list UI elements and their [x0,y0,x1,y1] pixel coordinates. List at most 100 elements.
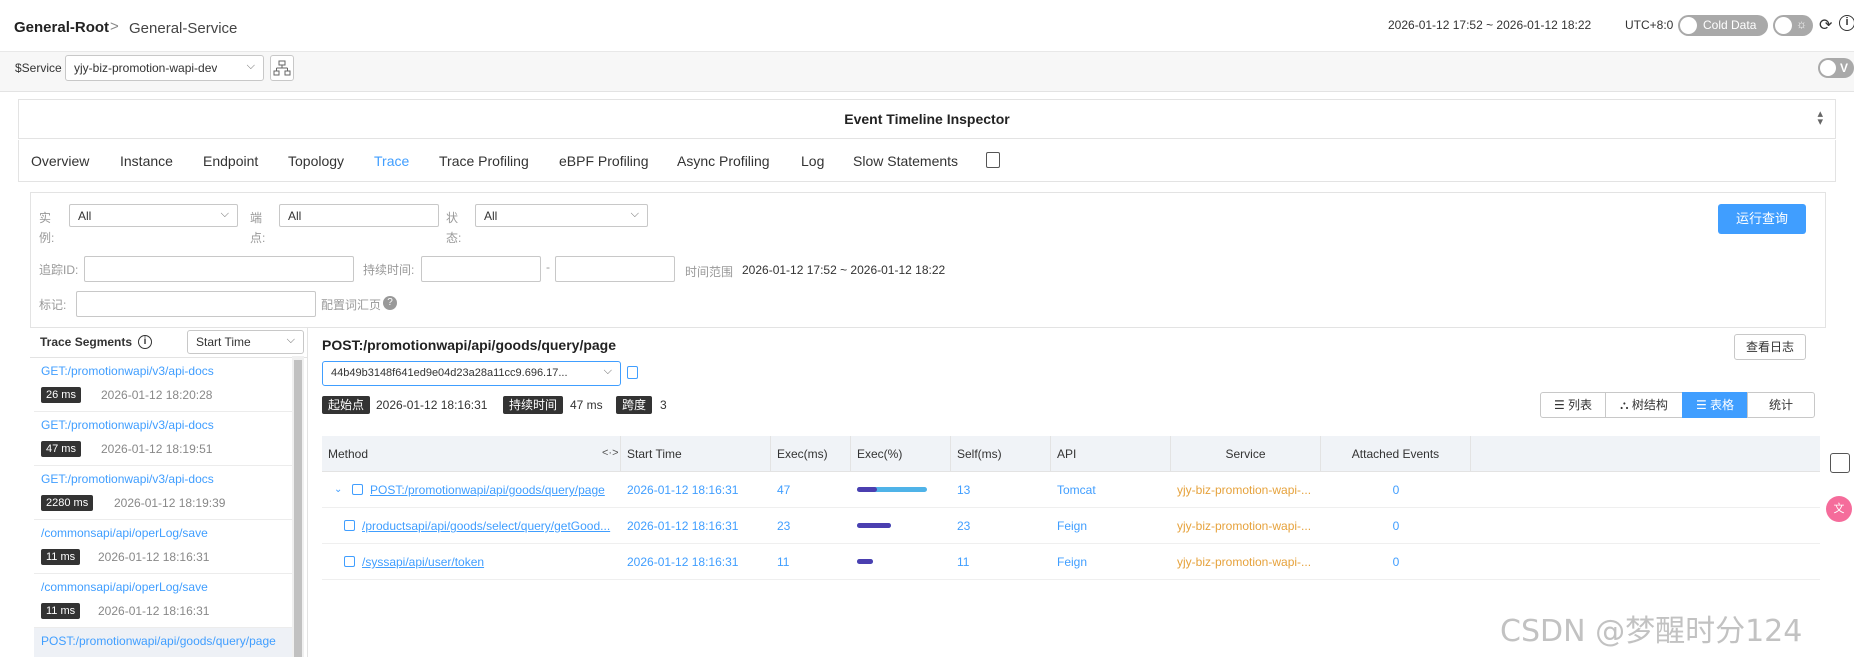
trace-title: POST:/promotionwapi/api/goods/query/page [322,337,617,353]
span-events[interactable]: 0 [1321,508,1471,544]
table-view-label: 表格 [1710,398,1735,412]
segments-scrollbar-thumb[interactable] [294,360,302,657]
trace-filters: 实 例: All ⌵ 端 点: All 状 态: All ⌵ 追踪ID: 持续时… [30,192,1826,328]
tab-overview[interactable]: Overview [31,153,89,169]
list-icon: ☰ [1553,398,1569,412]
theme-toggle[interactable]: ☼ [1773,15,1813,36]
segment-time: 2026-01-12 18:19:39 [114,496,226,510]
trace-id-input[interactable] [84,256,354,282]
segment-duration: 2280 ms [41,495,94,511]
table-row[interactable]: /productsapi/api/goods/select/query/getG… [322,508,1820,544]
column-self-ms: Self(ms) [951,436,1051,472]
segment-item[interactable]: GET:/promotionwapi/v3/api-docs 26 ms 202… [34,358,292,412]
chevron-down-icon: ⌵ [603,365,612,377]
list-view-button[interactable]: ☰ 列表 [1540,392,1606,418]
config-label[interactable]: 配置词汇页 [321,296,381,313]
duration-max-input[interactable] [555,256,675,282]
tab-bar: Overview Instance Endpoint Topology Trac… [18,140,1836,182]
status-select[interactable]: All ⌵ [475,204,648,227]
segment-duration: 11 ms [41,549,81,565]
tab-instance[interactable]: Instance [120,153,173,169]
table-row[interactable]: /syssapi/api/user/token 2026-01-12 18:16… [322,544,1820,580]
duration-min-input[interactable] [421,256,541,282]
copy-icon[interactable] [627,366,638,379]
sun-icon: ☼ [1796,17,1807,31]
tab-slow-statements[interactable]: Slow Statements [853,153,958,169]
tab-endpoint[interactable]: Endpoint [203,153,258,169]
right-toggle[interactable]: V [1818,58,1854,78]
segment-time: 2026-01-12 18:16:31 [98,604,210,618]
breadcrumb-service[interactable]: General-Service [129,20,237,37]
span-start-time: 2026-01-12 18:16:31 [627,555,739,569]
tab-async-profiling[interactable]: Async Profiling [677,153,770,169]
segment-item[interactable]: /commonsapi/api/operLog/save 11 ms 2026-… [34,520,292,574]
span-table-header: Method <·> Start Time Exec(ms) Exec(%) S… [322,436,1820,472]
chevron-down-icon: ⌵ [630,208,639,220]
sort-select[interactable]: Start Time ⌵ [187,330,304,354]
span-method[interactable]: POST:/promotionwapi/api/goods/query/page [370,472,615,508]
status-label-2: 态: [446,231,462,245]
column-exec-pct: Exec(%) [851,436,951,472]
time-range-picker[interactable]: 2026-01-12 17:52 ~ 2026-01-12 18:22 [1388,18,1591,32]
sort-select-value: Start Time [196,335,251,349]
sort-arrows-icon[interactable]: ▴ ▾ [1817,109,1823,128]
tags-label: 标记: [39,298,67,312]
span-method[interactable]: /productsapi/api/goods/select/query/getG… [362,508,615,544]
topology-icon[interactable] [270,55,294,81]
timezone-label: UTC+8:0 [1625,18,1674,32]
span-self-ms: 23 [957,519,971,533]
span-events[interactable]: 0 [1321,544,1471,580]
tab-log[interactable]: Log [801,153,824,169]
tab-ebpf-profiling[interactable]: eBPF Profiling [559,153,648,169]
info-icon[interactable]: i [138,335,152,349]
help-icon[interactable]: ? [383,296,397,310]
column-service: Service [1171,436,1321,472]
endpoint-input[interactable]: All [279,204,439,227]
endpoint-label: 端 [250,211,263,225]
span-self-ms: 11 [957,555,970,569]
segment-item[interactable]: GET:/promotionwapi/v3/api-docs 2280 ms 2… [34,466,292,520]
segment-item[interactable]: GET:/promotionwapi/v3/api-docs 47 ms 202… [34,412,292,466]
exec-bar-self [857,487,877,492]
run-query-button[interactable]: 运行查询 [1718,204,1806,234]
time-range-value[interactable]: 2026-01-12 17:52 ~ 2026-01-12 18:22 [742,263,945,277]
column-api: API [1051,436,1171,472]
toggle-knob [1680,17,1697,34]
segment-time: 2026-01-12 18:16:31 [98,550,210,564]
statistics-view-button[interactable]: 统计 [1747,392,1815,418]
info-icon[interactable]: i [1839,15,1854,33]
span-self-ms: 13 [957,483,971,497]
instance-select-value: All [78,209,92,223]
span-events[interactable]: 0 [1321,472,1471,508]
table-row[interactable]: ⌄ POST:/promotionwapi/api/goods/query/pa… [322,472,1820,508]
copy-widget-icon[interactable] [986,152,1000,168]
span-service: yjy-biz-promotion-wapi-... [1177,555,1312,569]
span-exec-ms: 23 [777,519,791,533]
tab-topology[interactable]: Topology [288,153,344,169]
tab-trace[interactable]: Trace [374,153,409,169]
table-view-button[interactable]: ☰ 表格 [1682,392,1748,418]
expand-chevron-icon[interactable]: ⌄ [334,472,342,508]
segment-item[interactable]: /commonsapi/api/operLog/save 11 ms 2026-… [34,574,292,628]
panel-title: Event Timeline Inspector [844,111,1010,127]
tab-trace-profiling[interactable]: Trace Profiling [439,153,529,169]
cold-data-toggle[interactable]: Cold Data [1678,15,1768,36]
segment-item-selected[interactable]: POST:/promotionwapi/api/goods/query/page [34,628,292,657]
instance-select[interactable]: All ⌵ [69,204,238,227]
trace-id-label: 追踪ID: [39,263,79,277]
translate-icon[interactable]: 文 [1826,496,1852,522]
resize-column-icon[interactable]: <·> [602,447,619,459]
service-select[interactable]: yjy-biz-promotion-wapi-dev ⌵ [65,55,264,81]
view-log-button[interactable]: 查看日志 [1734,334,1806,360]
duration-label: 持续时间: [363,263,415,277]
grid-icon[interactable] [1830,453,1850,473]
span-exec-ms: 11 [777,555,790,569]
segment-time: 2026-01-12 18:20:28 [101,388,213,402]
tags-input[interactable] [76,291,316,317]
span-start-time: 2026-01-12 18:16:31 [627,483,739,497]
breadcrumb-root[interactable]: General-Root [14,19,109,36]
refresh-icon[interactable]: ⟳ [1819,15,1832,35]
span-method[interactable]: /syssapi/api/user/token [362,544,615,580]
trace-id-select[interactable]: 44b49b3148f641ed9e04d23a28a11cc9.696.17.… [322,361,621,386]
tree-view-button[interactable]: ⛬ 树结构 [1605,392,1683,418]
